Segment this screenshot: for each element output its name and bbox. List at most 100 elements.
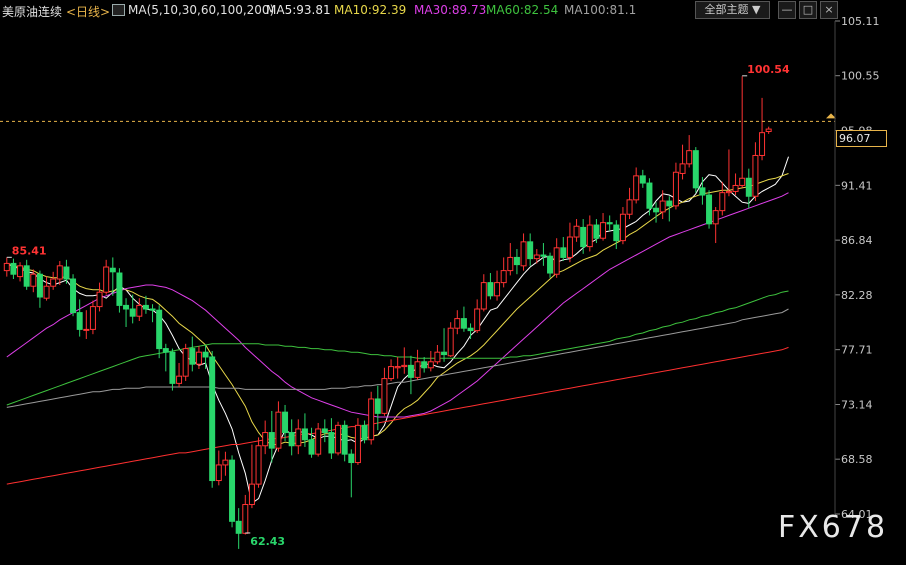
candle[interactable] [341,420,348,462]
candle[interactable] [672,162,679,210]
candle[interactable] [686,135,693,168]
candle[interactable] [441,328,448,362]
candle[interactable] [315,422,322,457]
candle[interactable] [381,367,388,416]
candle[interactable] [520,233,527,271]
candle[interactable] [23,259,30,290]
candle[interactable] [646,178,653,216]
candle[interactable] [103,259,110,295]
candle[interactable] [606,215,613,232]
candle[interactable] [434,344,441,365]
candle[interactable] [388,359,395,381]
candle[interactable] [586,215,593,252]
candle[interactable] [626,187,633,220]
candle[interactable] [295,419,302,455]
candle[interactable] [63,259,70,284]
candle[interactable] [195,346,202,369]
candle[interactable] [513,249,520,275]
candle[interactable] [368,391,375,445]
candle[interactable] [547,252,554,278]
candle[interactable] [692,147,699,193]
candle[interactable] [176,362,183,387]
candle[interactable] [580,219,587,254]
candle[interactable] [83,310,90,339]
candle[interactable] [70,274,77,317]
candle[interactable] [639,169,646,188]
candle[interactable] [653,202,660,223]
candle[interactable] [712,207,719,244]
candle[interactable] [129,294,136,324]
candle[interactable] [215,450,222,486]
candle[interactable] [156,305,163,359]
candle[interactable] [394,356,401,379]
candle[interactable] [633,167,640,204]
candle[interactable] [321,419,328,443]
candle[interactable] [679,144,686,180]
candle[interactable] [719,181,726,216]
candle[interactable] [540,243,547,266]
candle[interactable] [235,508,242,549]
candle[interactable] [123,298,130,327]
candle[interactable] [699,177,706,205]
candle[interactable] [739,76,746,188]
candle[interactable] [732,173,739,196]
candle[interactable] [89,300,96,335]
candle[interactable] [361,420,368,444]
candle[interactable] [288,419,295,456]
candle[interactable] [527,233,534,266]
candle[interactable] [480,274,487,312]
candle[interactable] [725,149,732,197]
candle[interactable] [242,494,249,535]
candle[interactable] [553,238,560,278]
candle[interactable] [76,299,83,337]
candle[interactable] [189,336,196,372]
candle[interactable] [494,270,501,301]
candle[interactable] [36,270,43,308]
candle[interactable] [460,306,467,332]
candle[interactable] [759,97,766,161]
candle[interactable] [500,257,507,288]
candle[interactable] [619,207,626,245]
candle[interactable] [10,258,17,280]
candle[interactable] [447,322,454,357]
candle[interactable] [507,243,514,276]
candle[interactable] [593,219,600,244]
candle[interactable] [328,418,335,459]
candle[interactable] [149,304,156,323]
candle[interactable] [421,356,428,373]
candle[interactable] [613,220,620,250]
candle[interactable] [182,343,189,381]
candle[interactable] [56,261,63,286]
candle[interactable] [600,213,607,241]
candle[interactable] [560,237,567,262]
candle[interactable] [96,282,103,312]
candle[interactable] [566,222,573,263]
candle[interactable] [222,451,229,476]
candle[interactable] [467,323,474,339]
candle[interactable] [573,219,580,242]
candle[interactable] [43,276,50,301]
candle[interactable] [752,142,759,202]
candle[interactable] [308,427,315,458]
candle[interactable] [487,273,494,300]
candle[interactable] [348,449,355,498]
candle[interactable] [282,404,289,441]
candle[interactable] [3,257,10,277]
candle[interactable] [414,349,421,380]
candle[interactable] [354,418,361,465]
candle[interactable] [454,310,461,335]
candle[interactable] [136,298,143,321]
candlestick-chart[interactable]: 105.11100.5595.9891.4186.8482.2877.7173.… [0,0,906,565]
candle[interactable] [765,126,772,134]
candle[interactable] [262,420,269,455]
candle[interactable] [209,350,216,488]
candle[interactable] [335,421,342,456]
candle[interactable] [116,268,123,313]
candle[interactable] [474,299,481,333]
candle[interactable] [162,343,169,372]
candle[interactable] [427,350,434,372]
candle[interactable] [50,271,57,290]
candle[interactable] [255,437,262,488]
candle[interactable] [17,262,24,282]
candle[interactable] [275,401,282,452]
